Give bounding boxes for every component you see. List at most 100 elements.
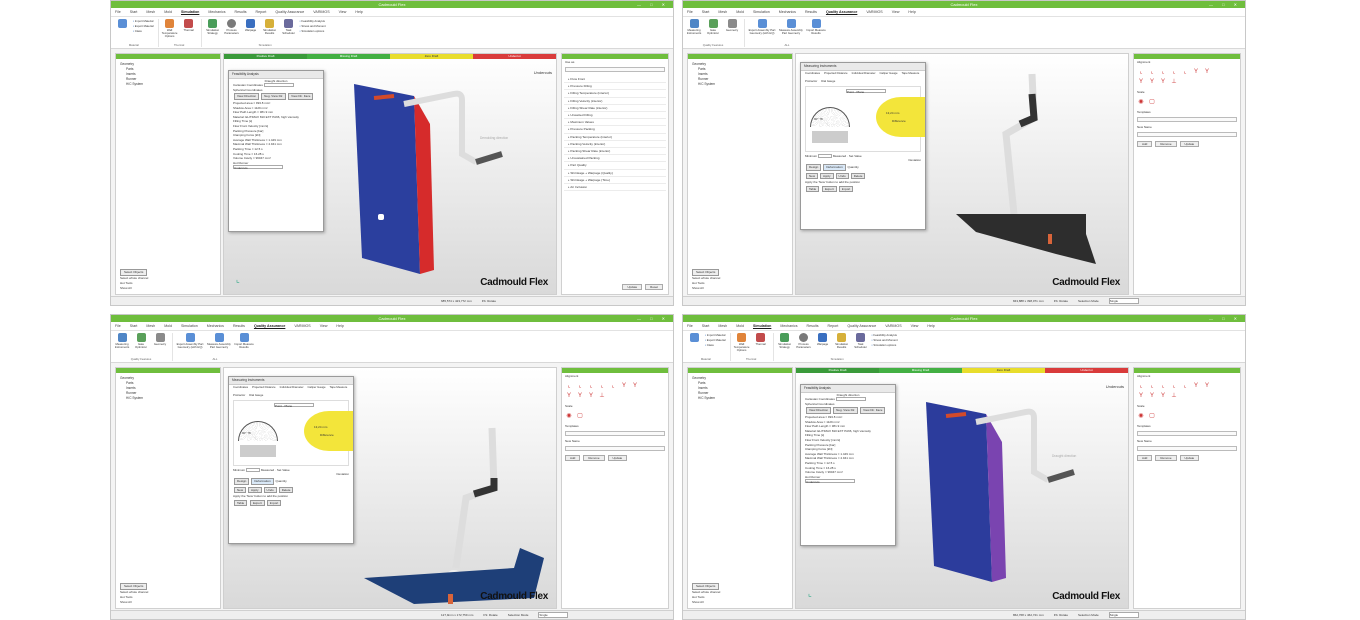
- analysis-item[interactable]: Shrinkage + Warpage (Quality): [564, 170, 666, 177]
- menu-start[interactable]: Start: [130, 10, 138, 14]
- window-controls[interactable]: — □ ✕: [637, 1, 669, 8]
- tab-coordinates[interactable]: Coordinates: [233, 385, 248, 390]
- new-name-input[interactable]: [1137, 132, 1237, 137]
- align-target-icon[interactable]: ⊥: [1170, 392, 1178, 400]
- align-axis-icon[interactable]: ⌞: [1159, 68, 1167, 76]
- align-axis-icon[interactable]: ⌞: [576, 382, 584, 390]
- update-button[interactable]: Update: [1179, 141, 1200, 147]
- menu-quality[interactable]: Quality Assurance: [254, 324, 285, 328]
- align-fork-icon[interactable]: Y: [587, 392, 595, 400]
- menu-file[interactable]: File: [115, 324, 121, 328]
- import-button[interactable]: Import: [838, 185, 854, 193]
- align-axis-icon[interactable]: ⌞: [1170, 68, 1178, 76]
- feasibility-analysis-button[interactable]: Feasibility Analysis: [872, 333, 898, 337]
- import-measure-button[interactable]: Import Measure Results: [806, 19, 826, 43]
- add-button[interactable]: Add: [1137, 455, 1153, 461]
- 3d-viewport[interactable]: Cadmould Flex Measuring Instruments Coor…: [223, 367, 557, 609]
- process-parameters-button[interactable]: Process Parameters: [796, 333, 812, 357]
- cartesian-select[interactable]: [835, 397, 866, 402]
- menu-results[interactable]: Results: [233, 324, 245, 328]
- menu-simulation[interactable]: Simulation: [753, 10, 770, 14]
- align-axis-icon[interactable]: ⌞: [598, 382, 606, 390]
- analysis-item[interactable]: Shrinkage + Warpage (Time): [564, 177, 666, 185]
- tab-projected-distance[interactable]: Projected Distance: [252, 385, 275, 390]
- menu-view[interactable]: View: [339, 10, 347, 14]
- menu-results[interactable]: Results: [235, 10, 247, 14]
- menu-quality[interactable]: Quality Assurance: [826, 10, 857, 14]
- remove-button[interactable]: Remove: [1155, 455, 1177, 461]
- menu-view[interactable]: View: [911, 324, 919, 328]
- simulation-strategy-button[interactable]: Simulation Strategy: [205, 19, 221, 43]
- menu-varimos[interactable]: VARIMOS: [313, 10, 329, 14]
- align-fork-icon[interactable]: Y: [1159, 78, 1167, 86]
- select-objects-button[interactable]: Select Objects: [120, 269, 148, 276]
- analysis-item[interactable]: Packing Velocity (interior): [564, 141, 666, 149]
- process-parameters-button[interactable]: Process Parameters: [224, 19, 240, 43]
- menu-mesh[interactable]: Mesh: [718, 10, 727, 14]
- analysis-item[interactable]: Filling Velocity (interior): [564, 98, 666, 105]
- simulation-results-button[interactable]: Simulation Results: [834, 333, 850, 357]
- simulation-strategy-button[interactable]: Simulation Strategy: [777, 333, 793, 357]
- deformation-button[interactable]: Deformation: [251, 477, 274, 485]
- table-button[interactable]: Table: [234, 499, 248, 507]
- export-assembly-button[interactable]: Export Assembly Part Geometry (with HQ): [176, 333, 204, 357]
- warpage-button[interactable]: Warpage: [243, 19, 259, 43]
- new-name-input[interactable]: [565, 446, 665, 451]
- neg-view-button[interactable]: Neg. View Dir.: [261, 93, 287, 100]
- tab-caliper-gauge[interactable]: Caliper Gauge: [880, 71, 898, 76]
- tab-tape-measure[interactable]: Tape Measure: [330, 385, 348, 390]
- design-button[interactable]: Design: [806, 163, 822, 171]
- tab-individual-diameter[interactable]: Individual Diameter: [280, 385, 304, 390]
- stress-moment-button[interactable]: Stress and Moment: [872, 338, 897, 342]
- align-axis-icon[interactable]: ⌞: [1170, 382, 1178, 390]
- menu-help[interactable]: Help: [908, 10, 915, 14]
- measuring-instruments-button[interactable]: Measuring Instruments: [686, 19, 702, 43]
- align-fork-icon[interactable]: Y: [1159, 392, 1167, 400]
- 3d-viewport[interactable]: Cadmould Flex Measuring Instruments Coor…: [795, 53, 1129, 295]
- analysis-item[interactable]: Filling Temperature (interior): [564, 90, 666, 98]
- window-controls[interactable]: — □ ✕: [1209, 1, 1241, 8]
- menu-view[interactable]: View: [892, 10, 900, 14]
- menu-mechanics[interactable]: Mechanics: [780, 324, 797, 328]
- mode-select[interactable]: Point - Plane: [274, 402, 314, 408]
- menu-mesh[interactable]: Mesh: [718, 324, 727, 328]
- selection-mode-select[interactable]: Single: [1108, 612, 1139, 618]
- design-button[interactable]: Design: [234, 477, 250, 485]
- menu-file[interactable]: File: [115, 10, 121, 14]
- menu-help[interactable]: Help: [336, 324, 343, 328]
- import-button[interactable]: Import: [266, 499, 282, 507]
- remove-button[interactable]: Remove: [583, 455, 605, 461]
- menu-mesh[interactable]: Mesh: [146, 10, 155, 14]
- tab-coordinates[interactable]: Coordinates: [805, 71, 820, 76]
- analysis-item[interactable]: Pressure Filling: [564, 83, 666, 91]
- menu-start[interactable]: Start: [702, 10, 710, 14]
- select-objects-button[interactable]: Select Objects: [692, 269, 720, 276]
- menu-varimos[interactable]: VARIMOS: [885, 324, 901, 328]
- tab-dial-gauge[interactable]: Dial Gauge: [821, 79, 835, 84]
- gate-optimizer-button[interactable]: Gate Optimizer: [705, 19, 721, 43]
- analysis-item[interactable]: Packing Temperature (interior): [564, 134, 666, 141]
- material-button[interactable]: [114, 19, 130, 43]
- show-all-checkbox[interactable]: Show All: [692, 286, 720, 291]
- tab-individual-diameter[interactable]: Individual Diameter: [852, 71, 876, 76]
- import-measure-button[interactable]: Import Measure Results: [234, 333, 254, 357]
- material-button[interactable]: [686, 333, 702, 357]
- menu-simulation[interactable]: Simulation: [181, 324, 198, 328]
- menu-mesh[interactable]: Mesh: [146, 324, 155, 328]
- analysis-item[interactable]: Packing Shear Rate (interior): [564, 148, 666, 156]
- align-axis-icon[interactable]: ⌞: [587, 382, 595, 390]
- selection-mode-select[interactable]: Single: [1108, 298, 1139, 304]
- wall-temperature-button[interactable]: Wall Temperature Options: [162, 19, 178, 43]
- align-target-icon[interactable]: ⊥: [1170, 78, 1178, 86]
- reset-button[interactable]: Reset: [645, 284, 663, 290]
- feasibility-analysis-button[interactable]: Feasibility Analysis: [300, 19, 326, 23]
- measure-assembly-button[interactable]: Measure Assembly Part Geometry: [207, 333, 231, 357]
- menu-help[interactable]: Help: [355, 10, 362, 14]
- measure-assembly-button[interactable]: Measure Assembly Part Geometry: [779, 19, 803, 43]
- task-scheduler-button[interactable]: Task Scheduler: [853, 333, 869, 357]
- delete-button[interactable]: Delete: [278, 486, 294, 494]
- align-axis-icon[interactable]: ⌞: [609, 382, 617, 390]
- tab-caliper-gauge[interactable]: Caliper Gauge: [308, 385, 326, 390]
- update-button[interactable]: Update: [607, 455, 628, 461]
- stress-moment-button[interactable]: Stress and Moment: [300, 24, 325, 28]
